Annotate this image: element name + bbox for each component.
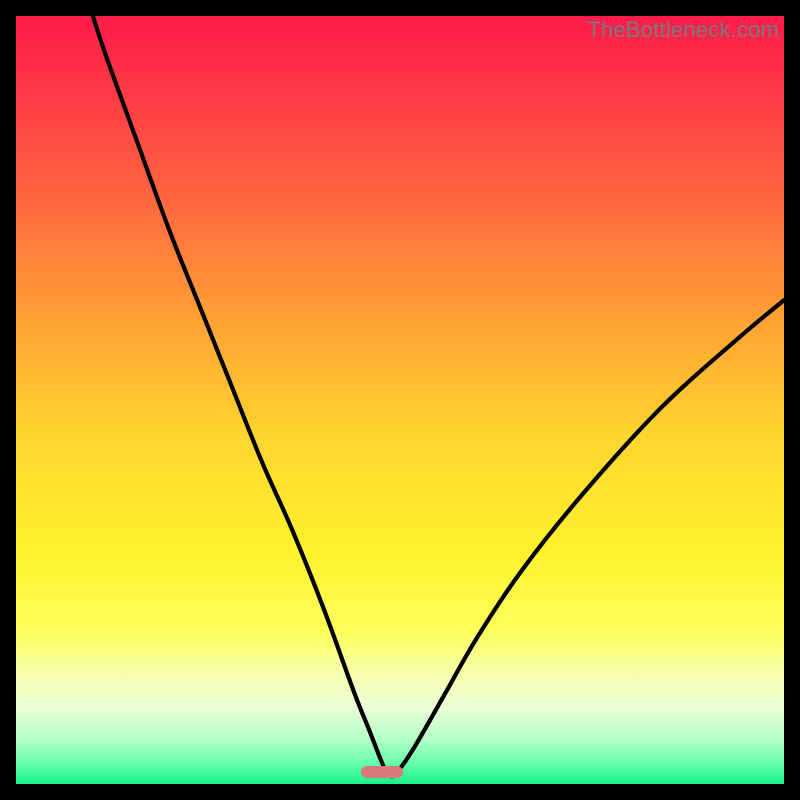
bottleneck-curve [16, 16, 784, 784]
watermark-text: TheBottleneck.com [587, 17, 779, 43]
chart-frame: TheBottleneck.com [16, 16, 784, 784]
plot-area: TheBottleneck.com [16, 16, 784, 784]
optimal-marker [361, 766, 403, 778]
